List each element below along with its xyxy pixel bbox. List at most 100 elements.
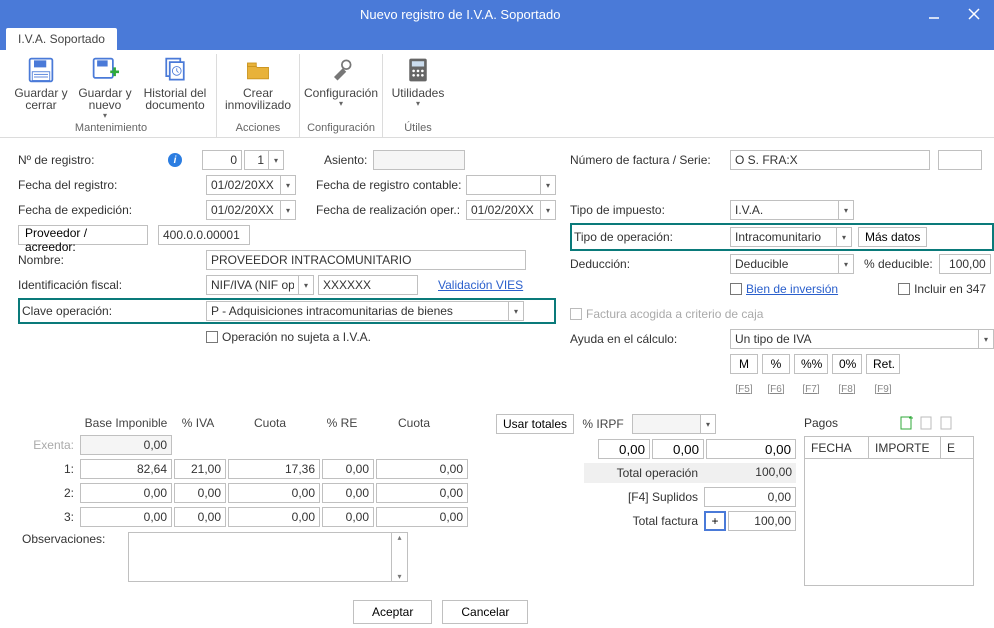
usar-totales-button[interactable]: Usar totales — [496, 414, 574, 434]
fecha-reg-cont-label: Fecha de registro contable: — [316, 178, 466, 192]
suplidos-input[interactable] — [704, 487, 796, 507]
chevron-down-icon: ▾ — [103, 114, 107, 118]
dropdown-button[interactable]: ▾ — [540, 200, 556, 220]
pagos-col-e[interactable]: E — [941, 437, 973, 458]
close-button[interactable] — [954, 0, 994, 28]
fecha-realiz-input[interactable] — [466, 200, 540, 220]
ayuda-calculo-label: Ayuda en el cálculo: — [570, 332, 730, 346]
tipo-operacion-input[interactable] — [730, 227, 836, 247]
bien-inversion-checkbox[interactable]: Bien de inversión — [730, 282, 838, 296]
fecha-registro-input[interactable] — [206, 175, 280, 195]
validacion-vies-link[interactable]: Validación VIES — [438, 278, 523, 292]
dropdown-button[interactable]: ▾ — [508, 301, 524, 321]
total-factura-input[interactable] — [728, 511, 796, 531]
r2-cuota[interactable] — [228, 483, 320, 503]
r2-base[interactable] — [80, 483, 172, 503]
pagos-edit-button[interactable] — [918, 414, 936, 432]
pct-deducible-input[interactable] — [939, 254, 991, 274]
r1-re[interactable] — [322, 459, 374, 479]
dropdown-button[interactable]: ▾ — [540, 175, 556, 195]
tax-area: Base Imponible % IVA Cuota % RE Cuota Ex… — [18, 414, 980, 624]
nombre-input[interactable] — [206, 250, 526, 270]
cancelar-button[interactable]: Cancelar — [442, 600, 528, 624]
doc-history-button[interactable]: Historial del documento — [140, 54, 210, 120]
num-factura-label: Número de factura / Serie: — [570, 153, 730, 167]
pagos-grid[interactable]: FECHA IMPORTE E — [804, 436, 974, 586]
config-button[interactable]: Configuración ▾ — [306, 54, 376, 120]
fecha-exped-input[interactable] — [206, 200, 280, 220]
total-operacion-value: 100,00 — [704, 463, 796, 483]
save-new-button[interactable]: Guardar y nuevo ▾ — [76, 54, 134, 120]
observaciones-input[interactable]: ▴▾ — [128, 532, 408, 582]
col-iva: % IVA — [172, 414, 224, 432]
proveedor-button[interactable]: Proveedor / acreedor: — [18, 225, 148, 245]
r3-cuota2[interactable] — [376, 507, 468, 527]
dropdown-button[interactable]: ▾ — [280, 200, 296, 220]
pagos-delete-button[interactable] — [938, 414, 956, 432]
info-icon[interactable]: i — [168, 153, 182, 167]
id-fiscal-tipo-input[interactable] — [206, 275, 298, 295]
ayuda-calculo-input[interactable] — [730, 329, 978, 349]
ribbon-tabstrip: I.V.A. Soportado — [0, 28, 994, 50]
ribbon-group-acciones: Crear inmovilizado Acciones — [217, 54, 300, 137]
window-title: Nuevo registro de I.V.A. Soportado — [360, 7, 560, 22]
n-registro-b-input[interactable] — [244, 150, 268, 170]
calc-0-button[interactable]: 0% — [832, 354, 862, 374]
fecha-reg-cont-input[interactable] — [466, 175, 540, 195]
dropdown-button[interactable]: ▾ — [298, 275, 314, 295]
r3-base[interactable] — [80, 507, 172, 527]
pagos-add-button[interactable] — [898, 414, 916, 432]
right-column: Número de factura / Serie: Tipo de impue… — [570, 148, 994, 402]
tab-iva-soportado[interactable]: I.V.A. Soportado — [6, 28, 117, 50]
r3-iva[interactable] — [174, 507, 226, 527]
aceptar-button[interactable]: Aceptar — [353, 600, 432, 624]
ribbon-group-config: Configuración ▾ Configuración — [300, 54, 383, 137]
incluir-347-checkbox[interactable]: Incluir en 347 — [898, 282, 986, 296]
r2-iva[interactable] — [174, 483, 226, 503]
no-sujeta-checkbox[interactable]: Operación no sujeta a I.V.A. — [206, 330, 371, 344]
r1-cuota[interactable] — [228, 459, 320, 479]
dropdown-button[interactable]: ▾ — [836, 227, 852, 247]
calc-m-button[interactable]: M — [730, 354, 758, 374]
dropdown-button[interactable]: ▾ — [268, 150, 284, 170]
n-registro-a-input[interactable] — [202, 150, 242, 170]
dropdown-button[interactable]: ▾ — [700, 414, 716, 434]
calc-ret-button[interactable]: Ret. — [866, 354, 900, 374]
crear-inmovilizado-button[interactable]: Crear inmovilizado — [223, 54, 293, 120]
r2-cuota2[interactable] — [376, 483, 468, 503]
save-close-button[interactable]: Guardar y cerrar — [12, 54, 70, 120]
col-re: % RE — [316, 414, 368, 432]
minimize-button[interactable] — [914, 0, 954, 28]
tools-icon — [327, 56, 355, 84]
irpf-b — [652, 439, 704, 459]
pagos-col-importe[interactable]: IMPORTE — [869, 437, 941, 458]
calc-pct-button[interactable]: % — [762, 354, 790, 374]
tipo-impuesto-input[interactable] — [730, 200, 838, 220]
tipo-impuesto-label: Tipo de impuesto: — [570, 203, 730, 217]
id-fiscal-num-input[interactable] — [318, 275, 418, 295]
dropdown-button[interactable]: ▾ — [838, 254, 854, 274]
pagos-col-fecha[interactable]: FECHA — [805, 437, 869, 458]
utilidades-button[interactable]: Utilidades ▾ — [389, 54, 447, 120]
deduccion-input[interactable] — [730, 254, 838, 274]
r1-base[interactable] — [80, 459, 172, 479]
dropdown-button[interactable]: ▾ — [838, 200, 854, 220]
serie-input[interactable] — [938, 150, 982, 170]
proveedor-input[interactable] — [158, 225, 250, 245]
id-fiscal-label: Identificación fiscal: — [18, 278, 168, 292]
total-factura-label: Total factura — [584, 514, 704, 528]
r3-cuota[interactable] — [228, 507, 320, 527]
r1-cuota2[interactable] — [376, 459, 468, 479]
r3-re[interactable] — [322, 507, 374, 527]
dropdown-button[interactable]: ▾ — [280, 175, 296, 195]
r1-iva[interactable] — [174, 459, 226, 479]
clave-op-input[interactable] — [206, 301, 508, 321]
mas-datos-button[interactable]: Más datos — [858, 227, 927, 247]
fecha-exped-label: Fecha de expedición: — [18, 203, 168, 217]
r2-re[interactable] — [322, 483, 374, 503]
calc-pctpct-button[interactable]: %% — [794, 354, 828, 374]
total-factura-plus-button[interactable]: + — [704, 511, 726, 531]
num-factura-input[interactable] — [730, 150, 930, 170]
scrollbar[interactable]: ▴▾ — [391, 533, 407, 581]
dropdown-button[interactable]: ▾ — [978, 329, 994, 349]
